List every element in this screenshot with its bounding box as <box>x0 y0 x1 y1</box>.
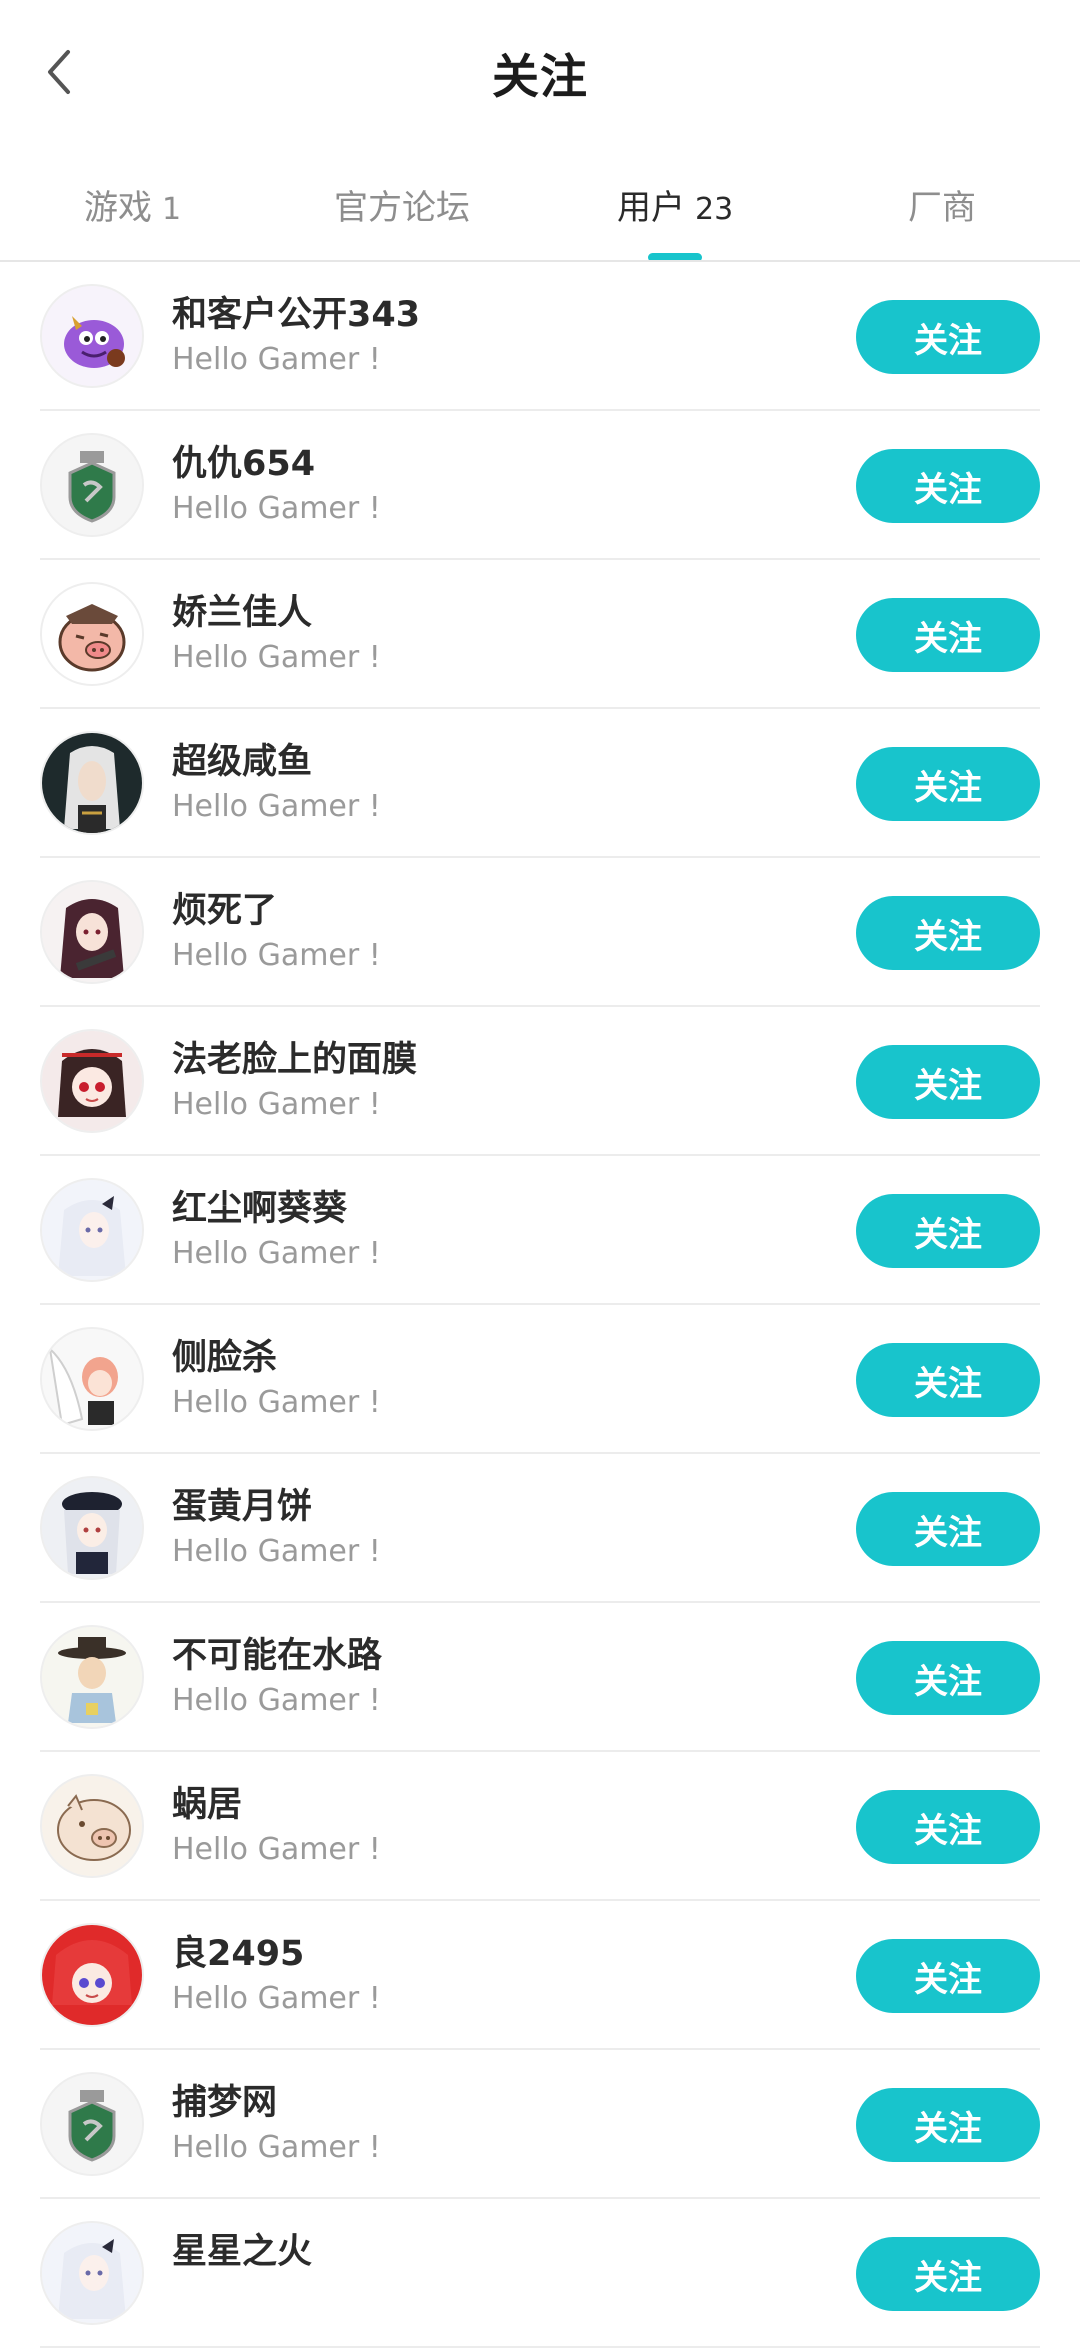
follow-button[interactable]: 关注 <box>856 1492 1040 1566</box>
user-bio: Hello Gamer ! <box>172 938 381 973</box>
user-list-item[interactable]: 法老脸上的面膜 Hello Gamer ! 关注 <box>0 1007 1080 1156</box>
user-list-item[interactable]: 不可能在水路 Hello Gamer ! 关注 <box>0 1603 1080 1752</box>
follow-button[interactable]: 关注 <box>856 449 1040 523</box>
page-title: 关注 <box>492 50 588 105</box>
follow-button[interactable]: 关注 <box>856 896 1040 970</box>
dark-haired-girl-avatar[interactable] <box>40 880 144 984</box>
tab-bar: 游戏 1 官方论坛 用户 23 厂商 <box>0 170 1080 262</box>
tab-label: 游戏 <box>84 188 152 228</box>
app-header: 关注 <box>0 0 1080 145</box>
follow-button[interactable]: 关注 <box>856 2237 1040 2311</box>
tab-label: 厂商 <box>908 188 976 228</box>
follow-button[interactable]: 关注 <box>856 1194 1040 1268</box>
user-bio: Hello Gamer ! <box>172 1534 381 1569</box>
follow-button[interactable]: 关注 <box>856 747 1040 821</box>
user-list: 和客户公开343 Hello Gamer ! 关注 仇仇654 Hello Gamer … <box>0 262 1080 2348</box>
green-crest-avatar[interactable] <box>40 2072 144 2176</box>
red-haired-girl-avatar[interactable] <box>40 1923 144 2027</box>
follow-button[interactable]: 关注 <box>856 2088 1040 2162</box>
user-list-item[interactable]: 良2495 Hello Gamer ! 关注 <box>0 1901 1080 2050</box>
user-bio: Hello Gamer ! <box>172 1385 381 1420</box>
user-list-item[interactable]: 和客户公开343 Hello Gamer ! 关注 <box>0 262 1080 411</box>
user-list-item[interactable]: 红尘啊葵葵 Hello Gamer ! 关注 <box>0 1156 1080 1305</box>
purple-monster-avatar[interactable] <box>40 284 144 388</box>
user-list-item[interactable]: 星星之火 关注 <box>0 2199 1080 2348</box>
tab-count: 23 <box>695 192 734 227</box>
user-name: 星星之火 <box>172 2232 313 2272</box>
user-list-item[interactable]: 蜗居 Hello Gamer ! 关注 <box>0 1752 1080 1901</box>
user-name: 法老脸上的面膜 <box>172 1040 418 1080</box>
user-name: 蛋黄月饼 <box>172 1487 313 1527</box>
follow-button[interactable]: 关注 <box>856 1790 1040 1864</box>
tab-users[interactable]: 用户 23 <box>617 180 733 240</box>
user-bio: Hello Gamer ! <box>172 1981 381 2016</box>
user-name: 仇仇654 <box>172 444 316 484</box>
user-list-item[interactable]: 娇兰佳人 Hello Gamer ! 关注 <box>0 560 1080 709</box>
user-bio: Hello Gamer ! <box>172 491 381 526</box>
user-list-item[interactable]: 仇仇654 Hello Gamer ! 关注 <box>0 411 1080 560</box>
follow-button[interactable]: 关注 <box>856 1045 1040 1119</box>
follow-button[interactable]: 关注 <box>856 1343 1040 1417</box>
tab-label: 官方论坛 <box>334 188 470 228</box>
beret-girl-avatar[interactable] <box>40 1476 144 1580</box>
tab-games[interactable]: 游戏 1 <box>84 180 181 240</box>
follow-button[interactable]: 关注 <box>856 598 1040 672</box>
user-list-item[interactable]: 捕梦网 Hello Gamer ! 关注 <box>0 2050 1080 2199</box>
tab-count: 1 <box>162 192 182 227</box>
white-haired-girl-avatar[interactable] <box>40 2221 144 2325</box>
user-bio: Hello Gamer ! <box>172 1683 381 1718</box>
user-name: 红尘啊葵葵 <box>172 1189 348 1229</box>
user-list-item[interactable]: 蛋黄月饼 Hello Gamer ! 关注 <box>0 1454 1080 1603</box>
pink-haired-girl-avatar[interactable] <box>40 1327 144 1431</box>
red-eyed-girl-avatar[interactable] <box>40 1029 144 1133</box>
hat-man-avatar[interactable] <box>40 1625 144 1729</box>
follow-button[interactable]: 关注 <box>856 1939 1040 2013</box>
user-bio: Hello Gamer ! <box>172 789 381 824</box>
white-haired-man-avatar[interactable] <box>40 731 144 835</box>
user-name: 良2495 <box>172 1934 305 1974</box>
user-name: 和客户公开343 <box>172 295 421 335</box>
green-crest-avatar[interactable] <box>40 433 144 537</box>
user-bio: Hello Gamer ! <box>172 342 381 377</box>
tab-vendors[interactable]: 厂商 <box>908 180 976 240</box>
user-bio: Hello Gamer ! <box>172 1832 381 1867</box>
tab-label: 用户 <box>617 188 685 228</box>
user-name: 蜗居 <box>172 1785 243 1825</box>
pig-warrior-avatar[interactable] <box>40 582 144 686</box>
tab-official-forum[interactable]: 官方论坛 <box>334 180 470 240</box>
user-name: 娇兰佳人 <box>172 593 313 633</box>
user-bio: Hello Gamer ! <box>172 1087 381 1122</box>
user-bio: Hello Gamer ! <box>172 640 381 675</box>
user-list-item[interactable]: 烦死了 Hello Gamer ! 关注 <box>0 858 1080 1007</box>
pig-sketch-avatar[interactable] <box>40 1774 144 1878</box>
user-name: 超级咸鱼 <box>172 742 313 782</box>
user-name: 不可能在水路 <box>172 1636 383 1676</box>
user-name: 侧脸杀 <box>172 1338 278 1378</box>
user-name: 捕梦网 <box>172 2083 278 2123</box>
white-haired-girl-avatar[interactable] <box>40 1178 144 1282</box>
follow-button[interactable]: 关注 <box>856 1641 1040 1715</box>
user-list-item[interactable]: 侧脸杀 Hello Gamer ! 关注 <box>0 1305 1080 1454</box>
follow-button[interactable]: 关注 <box>856 300 1040 374</box>
user-bio: Hello Gamer ! <box>172 2130 381 2165</box>
user-name: 烦死了 <box>172 891 278 931</box>
user-list-item[interactable]: 超级咸鱼 Hello Gamer ! 关注 <box>0 709 1080 858</box>
user-bio: Hello Gamer ! <box>172 1236 381 1271</box>
